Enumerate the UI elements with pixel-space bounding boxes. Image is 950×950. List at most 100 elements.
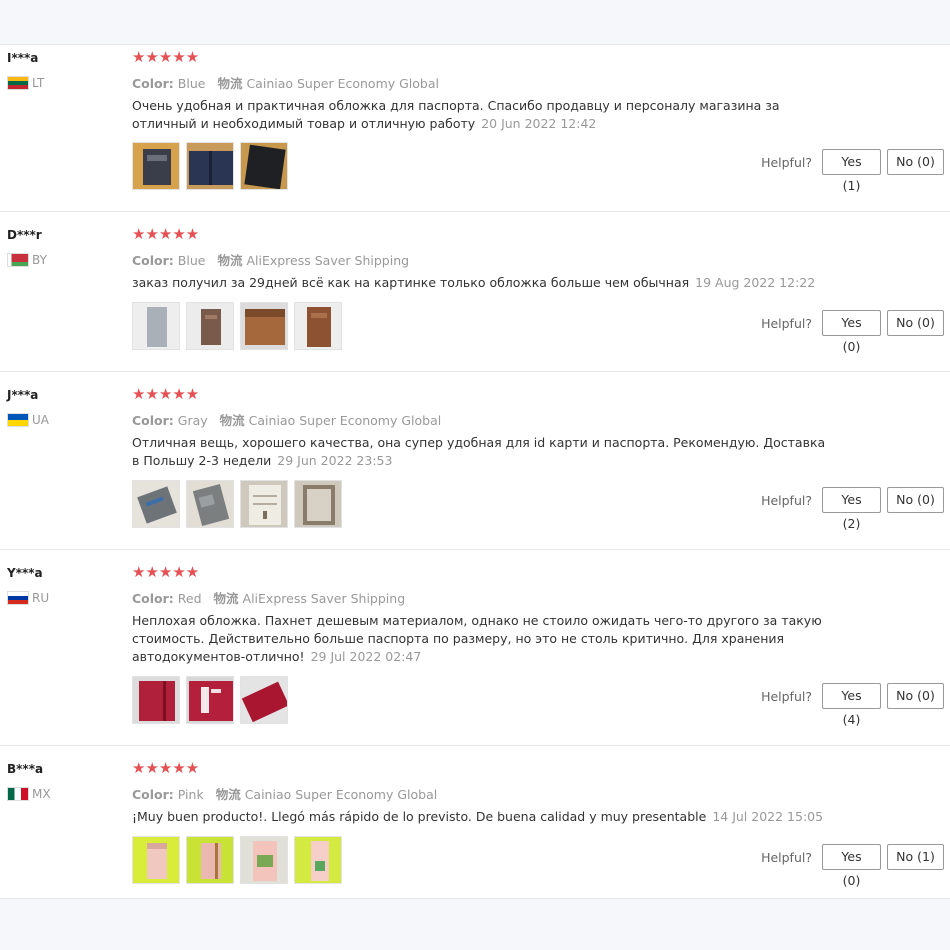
country-code: LT	[32, 76, 45, 90]
helpful-section: Helpful? Yes (2) No (0)	[761, 487, 950, 531]
shipping-value: AliExpress Saver Shipping	[246, 253, 410, 268]
color-value: Gray	[177, 413, 208, 428]
photo-gallery	[132, 836, 342, 884]
helpful-section: Helpful? Yes (1) No (0)	[761, 149, 950, 193]
lithuania-flag-icon	[7, 76, 29, 90]
helpful-no-button[interactable]: No (0)	[887, 149, 944, 175]
shipping-value: AliExpress Saver Shipping	[242, 591, 406, 606]
star-rating: ★★★★★	[132, 563, 200, 581]
country-code: MX	[32, 787, 51, 801]
photo-thumbnail[interactable]	[240, 142, 288, 190]
review-text: Очень удобная и практичная обложка для п…	[132, 97, 832, 133]
helpful-yes-button[interactable]: Yes (2)	[822, 487, 881, 531]
photo-thumbnail[interactable]	[240, 302, 288, 350]
review-text: ¡Muy buen producto!. Llegó más rápido de…	[132, 808, 832, 826]
country-code: UA	[32, 413, 49, 427]
helpful-yes-button[interactable]: Yes (0)	[822, 844, 881, 888]
belarus-flag-icon	[7, 253, 29, 267]
reviewer-country: RU	[7, 591, 49, 605]
review-body: Неплохая обложка. Пахнет дешевым материа…	[132, 613, 822, 664]
star-rating: ★★★★★	[132, 759, 200, 777]
photo-thumbnail[interactable]	[132, 676, 180, 724]
photo-thumbnail[interactable]	[240, 836, 288, 884]
reviewer-country: MX	[7, 787, 51, 801]
photo-thumbnail[interactable]	[240, 480, 288, 528]
color-label: Color:	[132, 253, 174, 268]
shipping-value: Cainiao Super Economy Global	[244, 787, 438, 802]
color-value: Blue	[177, 76, 206, 91]
photo-thumbnail[interactable]	[132, 480, 180, 528]
country-code: RU	[32, 591, 50, 605]
russia-flag-icon	[7, 591, 29, 605]
photo-thumbnail[interactable]	[186, 480, 234, 528]
color-value: Red	[177, 591, 202, 606]
helpful-no-button[interactable]: No (0)	[887, 683, 944, 709]
photo-thumbnail[interactable]	[186, 142, 234, 190]
review-date: 19 Aug 2022 12:22	[695, 275, 816, 290]
review-item: B***a MX ★★★★★ Color: Pink 物流 Cainiao Sup…	[0, 746, 950, 898]
helpful-no-button[interactable]: No (0)	[887, 487, 944, 513]
ukraine-flag-icon	[7, 413, 29, 427]
photo-thumbnail[interactable]	[294, 836, 342, 884]
review-date: 14 Jul 2022 15:05	[712, 809, 824, 824]
reviewer-name: B***a	[7, 762, 44, 776]
photo-thumbnail[interactable]	[132, 836, 180, 884]
review-date: 29 Jun 2022 23:53	[277, 453, 393, 468]
reviewer-country: UA	[7, 413, 49, 427]
review-date: 20 Jun 2022 12:42	[481, 116, 597, 131]
shipping-label: 物流	[217, 253, 243, 268]
photo-thumbnail[interactable]	[294, 480, 342, 528]
color-label: Color:	[132, 76, 174, 91]
review-body: Отличная вещь, хорошего качества, она су…	[132, 435, 826, 468]
helpful-label: Helpful?	[761, 492, 812, 508]
color-label: Color:	[132, 591, 174, 606]
shipping-value: Cainiao Super Economy Global	[246, 76, 439, 91]
star-rating: ★★★★★	[132, 48, 200, 66]
review-text: Неплохая обложка. Пахнет дешевым материа…	[132, 612, 832, 666]
star-rating: ★★★★★	[132, 385, 200, 403]
review-item: I***a LT ★★★★★ Color: Blue 物流 Cainiao Sup…	[0, 45, 950, 212]
review-item: J***a UA ★★★★★ Color: Gray 物流 Cainiao Sup…	[0, 372, 950, 550]
review-text: Отличная вещь, хорошего качества, она су…	[132, 434, 832, 470]
reviews-panel: I***a LT ★★★★★ Color: Blue 物流 Cainiao Sup…	[0, 44, 950, 899]
reviewer-name: J***a	[7, 388, 39, 402]
photo-thumbnail[interactable]	[132, 302, 180, 350]
color-value: Pink	[177, 787, 204, 802]
helpful-no-button[interactable]: No (1)	[887, 844, 944, 870]
star-rating: ★★★★★	[132, 225, 200, 243]
photo-thumbnail[interactable]	[294, 302, 342, 350]
review-body: заказ получил за 29дней всё как на карти…	[132, 275, 690, 290]
review-meta: Color: Blue 物流 AliExpress Saver Shipping	[132, 250, 409, 269]
shipping-label: 物流	[213, 591, 239, 606]
photo-thumbnail[interactable]	[186, 302, 234, 350]
country-code: BY	[32, 253, 47, 267]
helpful-label: Helpful?	[761, 688, 812, 704]
helpful-no-button[interactable]: No (0)	[887, 310, 944, 336]
review-meta: Color: Pink 物流 Cainiao Super Economy Glob…	[132, 784, 437, 803]
reviewer-name: D***r	[7, 228, 42, 242]
shipping-label: 物流	[215, 787, 241, 802]
photo-thumbnail[interactable]	[186, 676, 234, 724]
helpful-yes-button[interactable]: Yes (1)	[822, 149, 881, 193]
color-label: Color:	[132, 413, 174, 428]
helpful-label: Helpful?	[761, 154, 812, 170]
color-label: Color:	[132, 787, 174, 802]
helpful-yes-button[interactable]: Yes (4)	[822, 683, 881, 727]
photo-gallery	[132, 142, 288, 190]
helpful-section: Helpful? Yes (4) No (0)	[761, 683, 950, 727]
helpful-section: Helpful? Yes (0) No (1)	[761, 844, 950, 888]
shipping-value: Cainiao Super Economy Global	[248, 413, 442, 428]
review-text: заказ получил за 29дней всё как на карти…	[132, 274, 832, 292]
shipping-label: 物流	[217, 76, 243, 91]
reviewer-country: LT	[7, 76, 44, 90]
review-meta: Color: Red 物流 AliExpress Saver Shipping	[132, 588, 405, 607]
shipping-label: 物流	[219, 413, 245, 428]
photo-thumbnail[interactable]	[186, 836, 234, 884]
photo-thumbnail[interactable]	[240, 676, 288, 724]
helpful-yes-button[interactable]: Yes (0)	[822, 310, 881, 354]
reviewer-name: Y***a	[7, 566, 43, 580]
photo-thumbnail[interactable]	[132, 142, 180, 190]
photo-gallery	[132, 302, 342, 350]
mexico-flag-icon	[7, 787, 29, 801]
review-meta: Color: Blue 物流 Cainiao Super Economy Glob…	[132, 73, 439, 92]
